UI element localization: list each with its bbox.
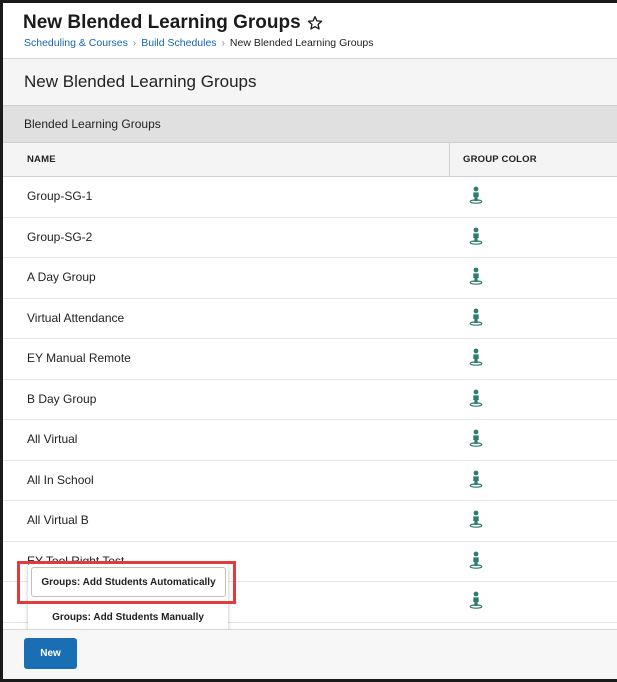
table-row[interactable]: B Day Group: [3, 379, 617, 420]
group-header-bar: Blended Learning Groups: [3, 106, 617, 143]
row-name: EY Manual Remote: [27, 351, 131, 365]
group-header: Blended Learning Groups: [24, 117, 161, 131]
table-row[interactable]: All Virtual B: [3, 501, 617, 542]
breadcrumb-build-schedules[interactable]: Build Schedules: [141, 37, 216, 49]
table-row[interactable]: Virtual Attendance: [3, 298, 617, 339]
section-title: New Blended Learning Groups: [24, 72, 257, 91]
star-icon[interactable]: [307, 15, 323, 31]
row-name: All Virtual: [27, 432, 78, 446]
person-icon: [469, 389, 483, 407]
row-name: All Virtual B: [27, 513, 89, 527]
person-icon: [469, 591, 483, 609]
section-title-bar: New Blended Learning Groups: [3, 59, 617, 106]
person-icon: [469, 267, 483, 285]
person-icon: [469, 186, 483, 204]
app-window: New Blended Learning Groups Scheduling &…: [0, 0, 617, 682]
column-header-name[interactable]: NAME: [27, 154, 56, 165]
row-name: A Day Group: [27, 270, 96, 284]
person-icon: [469, 551, 483, 569]
breadcrumb: Scheduling & Courses › Build Schedules ›…: [24, 37, 374, 49]
page-title-wrapper: New Blended Learning Groups: [23, 12, 323, 34]
breadcrumb-current: New Blended Learning Groups: [229, 37, 374, 49]
row-name: B Day Group: [27, 391, 97, 406]
row-name: Group-SG-1: [27, 189, 93, 203]
action-bar: New: [3, 629, 617, 679]
table-row[interactable]: All Virtual: [3, 420, 617, 461]
column-header-group-color[interactable]: GROUP COLOR: [463, 154, 537, 165]
person-icon: [469, 470, 483, 488]
new-button[interactable]: New: [24, 638, 77, 669]
table-row[interactable]: A Day Group: [3, 258, 617, 299]
page-header: New Blended Learning Groups Scheduling &…: [3, 3, 617, 59]
person-icon: [469, 227, 483, 245]
person-icon: [469, 510, 483, 528]
table-row[interactable]: Group-SG-2: [3, 217, 617, 258]
row-name: Virtual Attendance: [27, 310, 125, 325]
table-row[interactable]: EY Manual Remote: [3, 339, 617, 380]
chevron-right-icon: ›: [132, 37, 137, 49]
table-header-row: NAME GROUP COLOR: [3, 143, 617, 177]
breadcrumb-scheduling-courses[interactable]: Scheduling & Courses: [24, 37, 128, 49]
row-name: All In School: [27, 472, 94, 487]
table-body: Group-SG-1 Group-SG-2 A Day Group Virtual A…: [3, 177, 617, 623]
highlight-annotation: [17, 561, 236, 604]
column-divider: [449, 143, 450, 176]
menu-item-add-students-manually[interactable]: Groups: Add Students Manually: [28, 602, 228, 632]
table-row[interactable]: All In School: [3, 460, 617, 501]
person-icon: [469, 348, 483, 366]
chevron-right-icon: ›: [221, 37, 225, 49]
person-icon: [469, 308, 483, 326]
page-title: New Blended Learning Groups: [23, 12, 301, 33]
person-icon: [469, 429, 483, 447]
table-row[interactable]: Group-SG-1: [3, 177, 617, 218]
row-name: Group-SG-2: [27, 229, 93, 244]
